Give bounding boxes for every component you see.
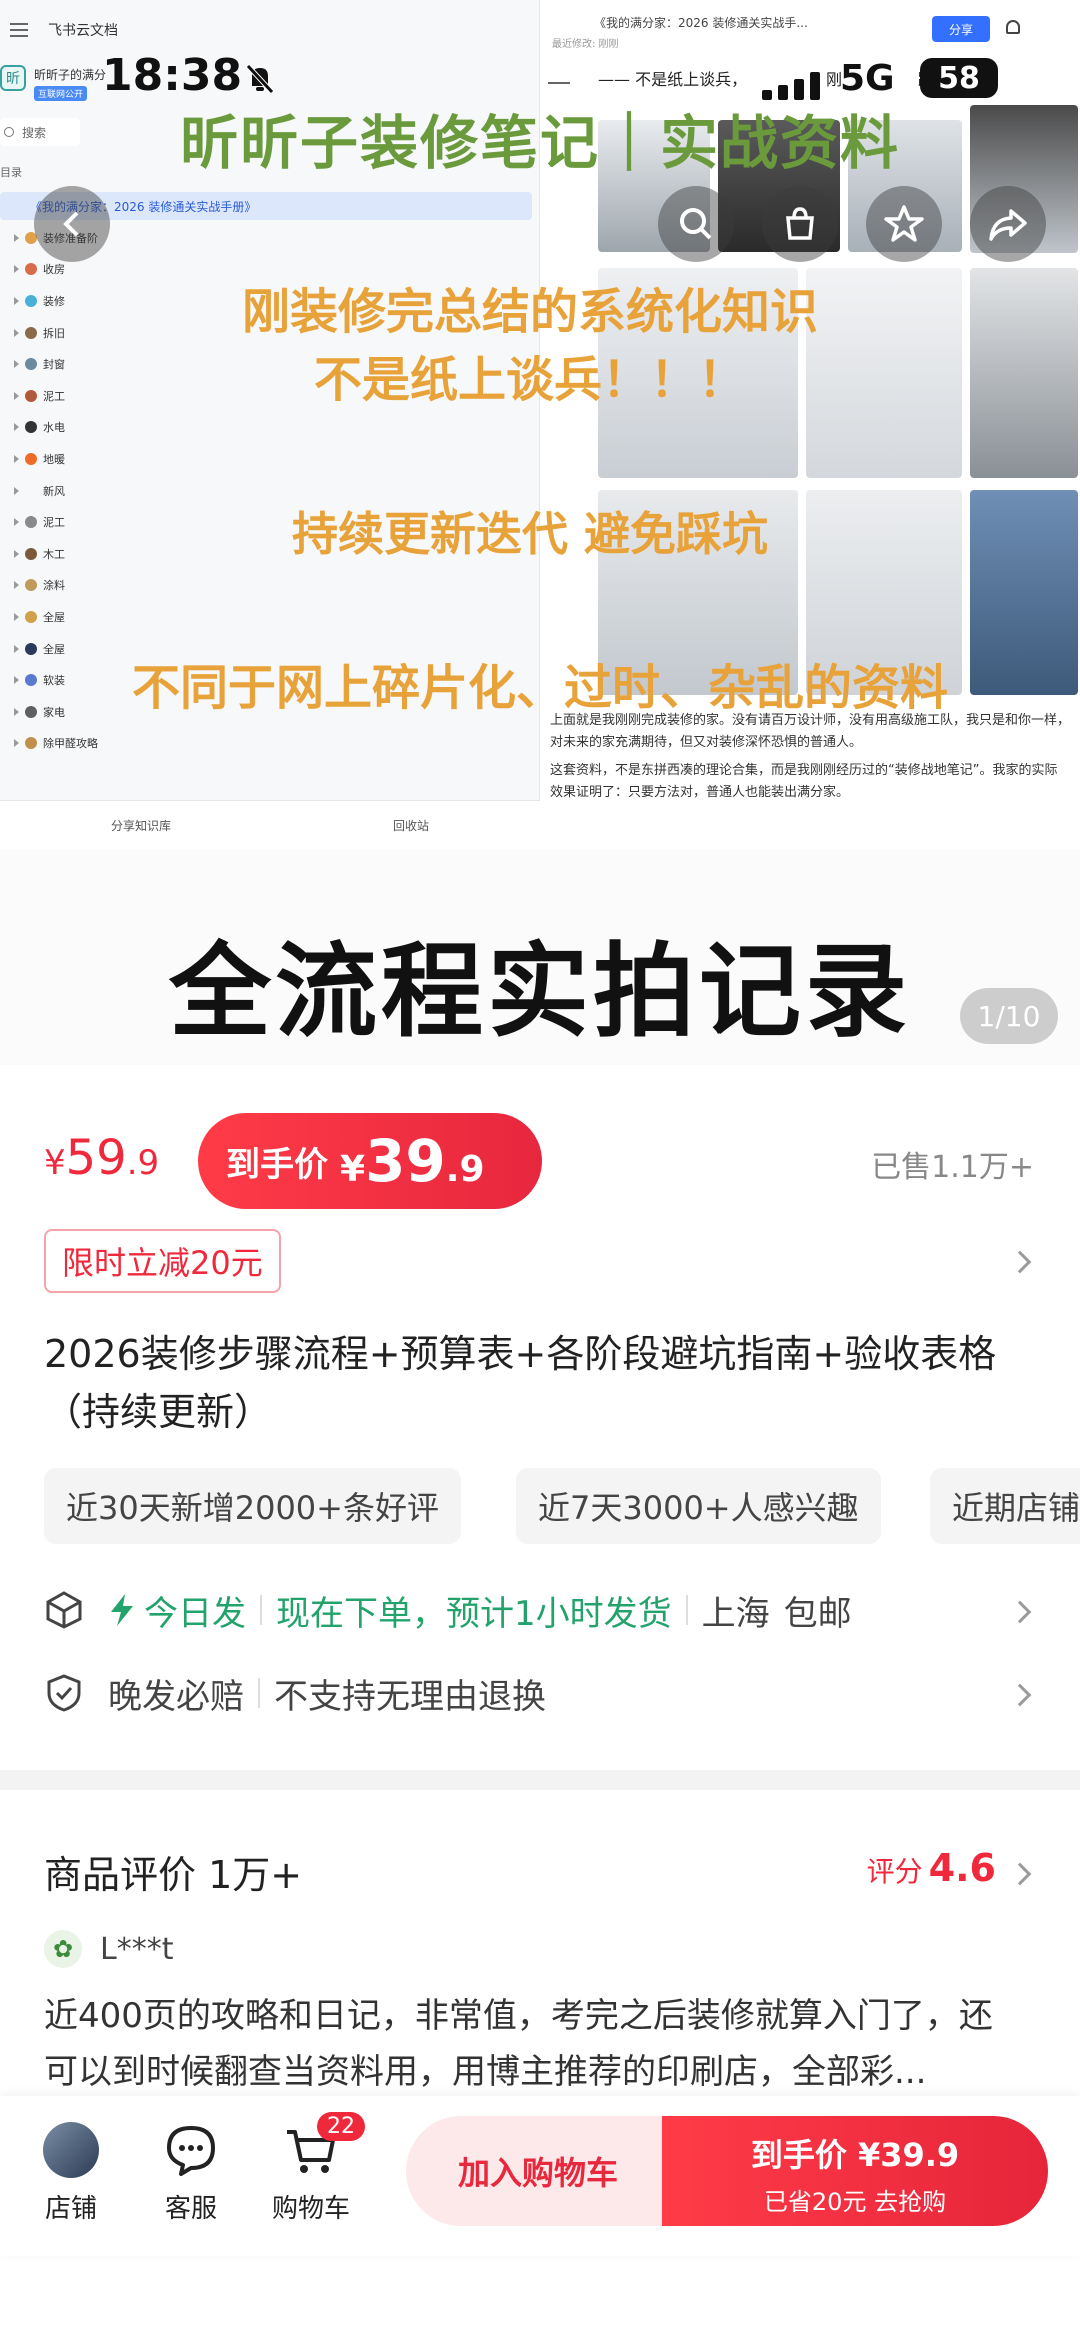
ship-eta: 现在下单，预计1小时发货 [276, 1593, 672, 1634]
review-text[interactable]: 近400页的攻略和日记，非常值，考完之后装修就算入门了，还可以到时候翻查当资料用… [44, 1988, 1024, 2100]
chevron-right-icon[interactable] [1008, 1250, 1032, 1274]
toc-item: 水电 [0, 412, 540, 444]
final-price-pill: 到手价 ¥39.9 [198, 1113, 542, 1209]
toc-item: 涂料 [0, 570, 540, 602]
add-to-cart-button[interactable]: 加入购物车 [406, 2116, 670, 2226]
shield-check-icon [47, 1674, 81, 1712]
final-price-label: 到手价 [226, 1144, 328, 1185]
buy-now-price: 到手价 ¥39.9 [750, 2136, 960, 2174]
mute-bell-icon [246, 64, 274, 94]
banner-text: 全流程实拍记录 [169, 933, 911, 1052]
ship-today: 今日发 [144, 1593, 246, 1634]
cart-count-badge: 22 [317, 2112, 365, 2141]
product-image-carousel[interactable]: 飞书云文档 昕 昕昕子的满分 互联网公开 搜索 目录 《我的满分家：2026 装… [0, 0, 1080, 850]
lightning-icon [111, 1594, 133, 1626]
highlight-tag: 近期店铺 [930, 1468, 1080, 1544]
shopping-bag-icon [786, 207, 814, 240]
package-icon [46, 1591, 82, 1629]
menu-icon [10, 23, 28, 37]
original-price-int: 59 [65, 1130, 127, 1186]
shop-avatar [43, 2122, 99, 2178]
cart-label: 购物车 [271, 2194, 350, 2224]
product-title: 2026装修步骤流程+预算表+各阶段避坑指南+验收表格（持续更新） [44, 1332, 997, 1434]
doc-paragraphs: 上面就是我刚刚完成装修的家。没有请百万设计师，没有用高级施工队，我只是和你一样，… [540, 710, 1080, 804]
buy-now-button[interactable]: 到手价 ¥39.9 已省20元 去抢购 [662, 2116, 1048, 2226]
back-button[interactable] [34, 186, 110, 262]
star-icon [884, 205, 924, 242]
shop-button[interactable]: 店铺 [16, 2122, 126, 2225]
docs-app-name: 飞书云文档 [48, 23, 118, 39]
return-policy: 不支持无理由退换 [274, 1676, 546, 1717]
reviewer-avatar: ✿ [44, 1930, 82, 1968]
ship-location: 上海 [701, 1593, 770, 1634]
late-compensation: 晚发必赔 [108, 1676, 244, 1717]
search-icon [680, 208, 712, 240]
reviewer: ✿ L***t [44, 1930, 173, 1968]
status-bar: 18:38 5G 58 [0, 50, 1080, 110]
cart-button[interactable]: 22 购物车 [256, 2112, 366, 2225]
toc-item: 除甲醛攻略 [0, 728, 540, 760]
shipping-row[interactable]: 今日发 现在下单，预计1小时发货 上海 包邮 [44, 1580, 1044, 1640]
buy-now-savings: 已省20元 去抢购 [763, 2188, 947, 2216]
battery-level: 58 [920, 58, 998, 98]
service-button[interactable]: 客服 [136, 2122, 246, 2225]
original-price-symbol: ¥ [44, 1143, 66, 1183]
reviews-title[interactable]: 商品评价 1万+ [44, 1844, 302, 1899]
overlay-line-1: 刚装修完总结的系统化知识 [241, 284, 818, 340]
toc-item: 地暖 [0, 443, 540, 475]
favorite-button[interactable] [866, 186, 942, 262]
image-counter: 1/10 [960, 988, 1058, 1044]
toc-item: 全屋 [0, 601, 540, 633]
bell-icon [1006, 20, 1020, 34]
overlay-line-4: 不同于网上碎片化、过时、杂乱的资料 [131, 660, 948, 716]
shop-label: 店铺 [44, 2194, 97, 2224]
original-price-dec: .9 [126, 1143, 160, 1183]
chevron-right-icon[interactable] [1008, 1862, 1032, 1886]
service-label: 客服 [164, 2194, 217, 2224]
shop-bag-button[interactable] [762, 186, 838, 262]
status-time: 18:38 [102, 50, 243, 101]
recycle-bin-label: 回收站 [392, 819, 429, 833]
bottom-action-bar: 店铺 客服 22 购物车 加入购物车 到手价 ¥39.9 已省20元 去抢购 [0, 2096, 1080, 2256]
share-button[interactable] [970, 186, 1046, 262]
overlay-line-3: 持续更新迭代 避免踩坑 [291, 507, 768, 561]
search-button[interactable] [658, 186, 734, 262]
chat-icon [167, 2126, 215, 2176]
final-price-value: ¥39.9 [340, 1127, 485, 1195]
sold-count: 已售1.1万+ [871, 1150, 1034, 1185]
share-knowledge-label: 分享知识库 [110, 819, 171, 833]
network-type: 5G [840, 58, 895, 99]
docs-bottom-bar: 分享知识库 回收站 [0, 800, 540, 850]
highlight-tag: 近30天新增2000+条好评 [44, 1468, 461, 1544]
signal-icon [762, 72, 824, 100]
doc-share-button: 分享 [932, 16, 990, 42]
coupon-badge[interactable]: 限时立减20元 [44, 1229, 281, 1293]
overlay-line-2: 不是纸上谈兵！！！ [313, 352, 746, 408]
share-arrow-icon [989, 209, 1027, 241]
section-divider [0, 1770, 1080, 1790]
reviews-score[interactable]: 评分 4.6 [867, 1846, 996, 1890]
original-price: ¥59.9 [44, 1130, 159, 1186]
chevron-left-icon [63, 211, 79, 237]
highlight-tag: 近7天3000+人感兴趣 [516, 1468, 881, 1544]
doc-paragraph-2: 这套资料，不是东拼西凑的理论合集，而是我刚刚经历过的“装修战地笔记”。我家的实际… [550, 763, 1058, 800]
reviewer-name: L***t [100, 1931, 174, 1967]
guarantee-row[interactable]: 晚发必赔 不支持无理由退换 [44, 1663, 1044, 1723]
ship-free: 包邮 [783, 1593, 852, 1634]
